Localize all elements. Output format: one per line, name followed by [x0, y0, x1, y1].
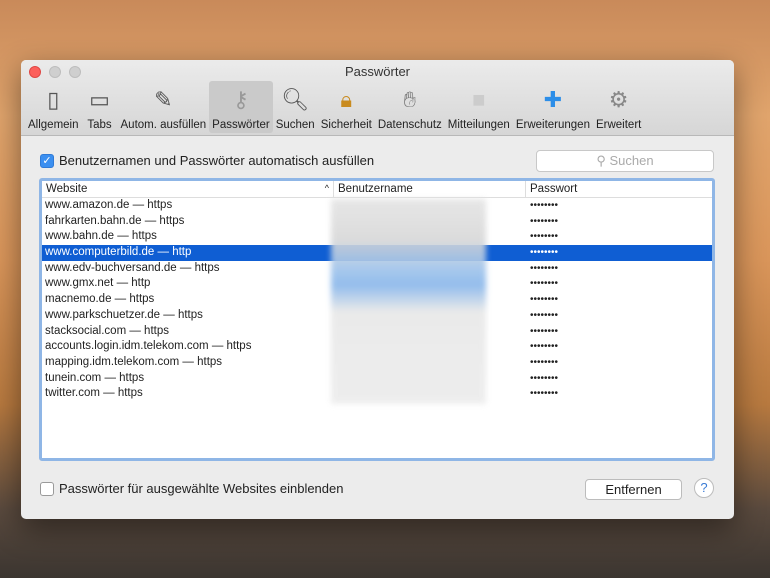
toolbar-tab-mitteilungen[interactable]: ■ Mitteilungen: [445, 81, 513, 133]
password-cell: ••••••••: [530, 215, 559, 227]
puzzle-icon: ✚: [543, 87, 563, 112]
switch-icon: ▯: [47, 87, 60, 112]
lock-icon: 🔒︎: [340, 87, 353, 112]
column-header-username[interactable]: Benutzername: [334, 181, 526, 197]
toolbar-tab-sicherheit[interactable]: 🔒︎ Sicherheit: [318, 81, 375, 133]
password-cell: ••••••••: [530, 341, 559, 353]
gear-icon: ⚙: [608, 87, 629, 112]
blurred-usernames: [331, 199, 486, 404]
password-cell: ••••••••: [530, 294, 559, 306]
search-icon: ⚲: [596, 153, 610, 168]
toolbar-label: Erweitert: [595, 119, 642, 131]
website-cell: www.edv-buchversand.de — https: [45, 261, 220, 274]
toolbar-label: Suchen: [275, 119, 315, 131]
tabs-icon: ▭: [89, 87, 110, 112]
password-cell: ••••••••: [530, 262, 559, 274]
toolbar-label: Passwörter: [212, 119, 270, 131]
website-cell: fahrkarten.bahn.de — https: [45, 214, 185, 227]
website-cell: mapping.idm.telekom.com — https: [45, 355, 223, 368]
toolbar-tab-passwörter[interactable]: ⚷ Passwörter: [209, 81, 273, 133]
password-cell: ••••••••: [530, 356, 559, 368]
hand-icon: ✋︎: [403, 87, 417, 112]
website-cell: stacksocial.com — https: [45, 324, 169, 337]
column-header-password[interactable]: Passwort: [526, 181, 712, 197]
search-input[interactable]: ⚲ Suchen: [536, 150, 714, 172]
toolbar-label: Datenschutz: [377, 119, 442, 131]
toolbar-tab-suchen[interactable]: 🔍︎ Suchen: [273, 81, 318, 133]
autofill-checkbox[interactable]: ✓ Benutzernamen und Passwörter automatis…: [40, 153, 374, 168]
password-cell: ••••••••: [530, 278, 559, 290]
column-header-website[interactable]: Website ^: [42, 181, 334, 197]
password-cell: ••••••••: [530, 200, 559, 211]
toolbar-label: Erweiterungen: [515, 119, 590, 131]
key-icon: ⚷: [232, 87, 249, 112]
checkbox-checked-icon[interactable]: ✓: [40, 153, 54, 168]
toolbar-tab-erweitert[interactable]: ⚙ Erweitert: [593, 81, 644, 133]
window-title: Passwörter: [344, 64, 411, 79]
search-placeholder: Suchen: [609, 153, 654, 168]
toolbar-label: Tabs: [87, 119, 112, 131]
website-cell: tunein.com — https: [45, 371, 145, 384]
header-label: Website: [46, 183, 88, 195]
titlebar: Passwörter ▯ Allgemein ▭ Tabs ✎ Autom. ausfül…: [21, 60, 734, 136]
website-cell: accounts.login.idm.telekom.com — https: [45, 340, 252, 353]
toolbar-tab-erweiterungen[interactable]: ✚ Erweiterungen: [513, 81, 593, 133]
password-cell: ••••••••: [530, 388, 559, 400]
passwords-table: Website ^ Benutzername Passwort www.amazo…: [39, 178, 715, 461]
notification-icon: ■: [472, 87, 486, 112]
show-passwords-checkbox[interactable]: Passwörter für ausgewählte Websites einb…: [40, 481, 343, 496]
website-cell: www.amazon.de — https: [45, 199, 173, 211]
toolbar-tab-autom-ausfüllen[interactable]: ✎ Autom. ausfüllen: [118, 81, 210, 133]
password-cell: ••••••••: [530, 309, 559, 321]
remove-button[interactable]: Entfernen: [585, 479, 682, 500]
checkbox-unchecked-icon[interactable]: [40, 481, 54, 496]
website-cell: www.computerbild.de — http: [45, 246, 192, 259]
pencil-icon: ✎: [154, 87, 173, 112]
toolbar-tab-allgemein[interactable]: ▯ Allgemein: [25, 81, 82, 133]
password-cell: ••••••••: [530, 231, 559, 243]
password-cell: ••••••••: [530, 247, 559, 259]
password-cell: ••••••••: [530, 325, 559, 337]
toolbar-tab-datenschutz[interactable]: ✋︎ Datenschutz: [375, 81, 445, 133]
toolbar-label: Autom. ausfüllen: [120, 119, 207, 131]
show-passwords-label: Passwörter für ausgewählte Websites einb…: [59, 481, 344, 496]
help-button[interactable]: ?: [694, 478, 714, 498]
autofill-label: Benutzernamen und Passwörter automatisch…: [59, 153, 375, 168]
website-cell: www.gmx.net — http: [45, 277, 151, 290]
magnifier-icon: 🔍︎: [281, 87, 310, 112]
preferences-window: Passwörter ▯ Allgemein ▭ Tabs ✎ Autom. ausfül…: [21, 60, 734, 519]
website-cell: www.bahn.de — https: [45, 230, 157, 243]
toolbar-label: Mitteilungen: [447, 119, 510, 131]
website-cell: macnemo.de — https: [45, 293, 155, 306]
toolbar-tab-tabs[interactable]: ▭ Tabs: [82, 81, 118, 133]
password-cell: ••••••••: [530, 372, 559, 384]
website-cell: www.parkschuetzer.de — https: [45, 308, 203, 321]
sort-ascending-icon: ^: [324, 183, 329, 193]
website-cell: twitter.com — https: [45, 387, 143, 400]
toolbar: ▯ Allgemein ▭ Tabs ✎ Autom. ausfüllen ⚷ Passwör…: [25, 81, 644, 133]
toolbar-label: Allgemein: [28, 119, 79, 131]
toolbar-label: Sicherheit: [320, 119, 372, 131]
